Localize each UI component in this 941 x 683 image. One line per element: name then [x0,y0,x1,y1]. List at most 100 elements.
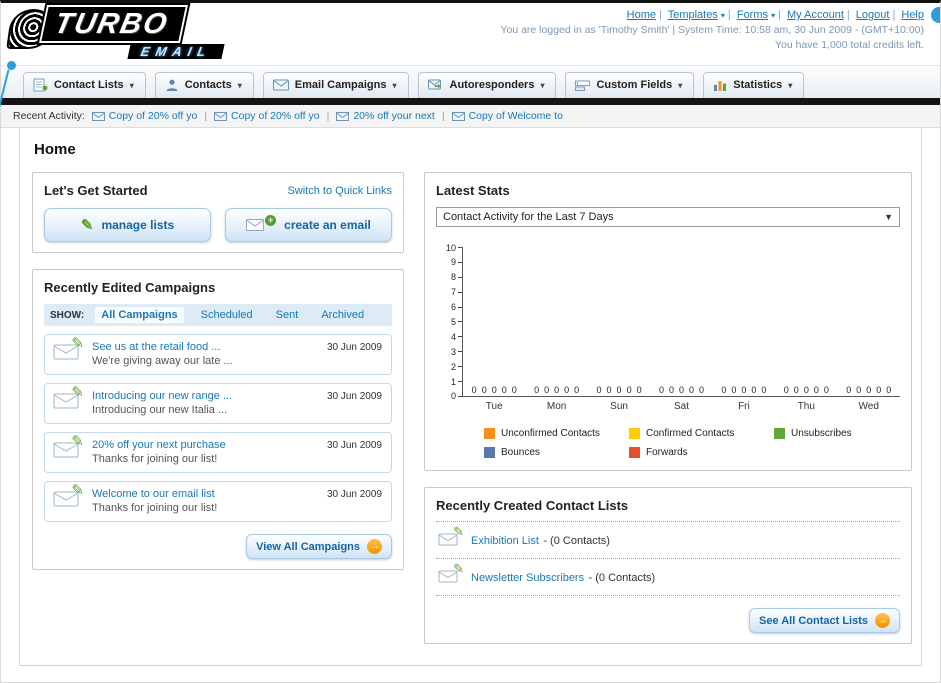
nav-divider-strip [1,98,940,105]
manage-lists-label: manage lists [101,218,175,232]
top-link-home[interactable]: Home [627,9,656,21]
manage-lists-button[interactable]: ✎ manage lists [44,208,211,242]
activity-link[interactable]: Copy of 20% off yo [109,110,198,122]
create-email-button[interactable]: + create an email [225,208,392,242]
nav-tab-statistics[interactable]: Statistics ▾ [703,72,805,98]
tab-scheduled[interactable]: Scheduled [195,307,259,323]
activity-separator: | [204,110,208,122]
view-all-campaigns-button[interactable]: View All Campaigns → [246,534,392,559]
legend-swatch [484,428,495,439]
login-info: You are logged in as 'Timothy Smith' | S… [500,24,924,36]
activity-separator: | [326,110,330,122]
nav-tab-email-campaigns[interactable]: Email Campaigns ▾ [262,72,409,98]
campaign-subject: Thanks for joining our list! [92,502,218,514]
chevron-down-icon: ▾ [788,80,793,90]
top-link-my-account[interactable]: My Account [787,9,844,21]
contact-list-link[interactable]: Newsletter Subscribers [471,572,584,584]
legend-swatch [774,428,785,439]
activity-item[interactable]: Copy of 20% off yo [91,110,198,122]
tab-sent[interactable]: Sent [270,307,305,323]
chevron-down-icon: ▼ [884,212,893,222]
legend-label: Confirmed Contacts [646,428,735,439]
contact-list-row[interactable]: ✎ Newsletter Subscribers - (0 Contacts) [436,559,900,596]
y-axis-tick: 3 [451,347,462,356]
nav-tab-contacts[interactable]: Contacts ▾ [154,72,254,98]
bar-group: 00000 [471,385,517,395]
bar-group: 00000 [658,385,705,395]
nav-tab-autoresponders[interactable]: Autoresponders ▾ [417,72,557,98]
app-logo[interactable]: TURBO EMAIL [6,3,226,61]
activity-link[interactable]: 20% off your next [353,110,435,122]
nav-tab-contact-lists[interactable]: Contact Lists ▾ [23,72,146,98]
y-axis-tick: 9 [451,258,462,267]
nav-tab-label: Contact Lists [54,79,124,91]
arrow-right-icon: → [875,613,890,628]
campaign-subject: We're giving away our late ... [92,355,233,367]
autoresponders-icon [427,79,441,89]
campaign-filter-tabs: SHOW: All Campaigns Scheduled Sent Archi… [44,304,392,326]
stats-period-select[interactable]: Contact Activity for the Last 7 Days ▼ [436,207,900,227]
campaign-row[interactable]: ✎ See us at the retail food ... We're gi… [44,334,392,375]
link-separator: | [658,9,662,21]
campaign-edit-icon: ✎ [53,384,84,414]
activity-item[interactable]: Copy of 20% off yo [214,110,320,122]
x-axis-label: Tue [485,401,503,412]
top-link-help[interactable]: Help [901,9,924,21]
see-all-contact-lists-button[interactable]: See All Contact Lists → [748,608,900,633]
campaign-subject: Thanks for joining our list! [92,453,218,465]
campaign-subject: Introducing our new Italia ... [92,404,228,416]
switch-quick-links-link[interactable]: Switch to Quick Links [287,185,392,197]
top-link-templates[interactable]: Templates [668,9,718,21]
contact-list-link[interactable]: Exhibition List [471,535,539,547]
nav-tab-label: Autoresponders [449,79,535,91]
contact-list-count: - (0 Contacts) [588,572,656,584]
contact-activity-chart: 10 9 8 7 6 5 4 3 2 1 0 000000000000000000000000000… [436,243,900,458]
y-axis-tick: 5 [451,317,462,326]
bar-group: 00000 [534,385,580,395]
tab-all-campaigns[interactable]: All Campaigns [95,307,184,323]
top-link-forms[interactable]: Forms [737,9,768,21]
campaign-row[interactable]: ✎ Welcome to our email list Thanks for j… [44,481,392,522]
statistics-icon [714,80,727,91]
create-email-label: create an email [284,218,371,232]
chevron-down-icon: ▾ [720,11,725,20]
campaign-row[interactable]: ✎ 20% off your next purchase Thanks for … [44,432,392,473]
y-axis-tick: 6 [451,303,462,312]
top-link-logout[interactable]: Logout [856,9,890,21]
recent-contact-lists-panel: Recently Created Contact Lists ✎ Exhibit… [424,487,912,644]
activity-link[interactable]: Copy of Welcome to [469,110,563,122]
recent-contact-lists-title: Recently Created Contact Lists [436,498,629,513]
link-separator: | [727,9,731,21]
legend-label: Forwards [646,447,688,458]
contact-lists-icon [33,78,48,92]
chevron-down-icon: ▾ [678,80,683,90]
legend-label: Unconfirmed Contacts [501,428,600,439]
campaign-date: 30 Jun 2009 [326,391,382,402]
campaign-edit-icon: ✎ [53,433,84,463]
legend-item-unconfirmed: Unconfirmed Contacts [484,428,629,439]
bar-group: 00000 [783,385,829,395]
legend-item-forwards: Forwards [629,447,774,458]
x-axis-label: Wed [858,401,879,412]
activity-link[interactable]: Copy of 20% off yo [231,110,320,122]
recent-campaigns-panel: Recently Edited Campaigns SHOW: All Camp… [32,269,404,570]
nav-tab-custom-fields[interactable]: Custom Fields ▾ [565,72,695,98]
nav-tab-label: Email Campaigns [294,79,387,91]
stats-period-value: Contact Activity for the Last 7 Days [443,211,614,223]
chart-legend: Unconfirmed Contacts Confirmed Contacts … [484,428,900,458]
envelope-icon [451,111,465,121]
x-axis-label: Mon [546,401,567,412]
campaign-row[interactable]: ✎ Introducing our new range ... Introduc… [44,383,392,424]
activity-item[interactable]: Copy of Welcome to [451,110,563,122]
y-axis-tick: 2 [451,362,462,371]
tab-archived[interactable]: Archived [315,307,370,323]
list-edit-icon: ✎ [438,561,464,586]
chart-x-labels: Tue Mon Sun Sat Fri Thu Wed [463,397,900,412]
contact-list-row[interactable]: ✎ Exhibition List - (0 Contacts) [436,522,900,559]
envelope-icon [91,111,105,121]
bar-group: 00000 [721,385,767,395]
legend-swatch [629,428,640,439]
link-separator: | [846,9,850,21]
page-header: TURBO EMAIL Home | Templates ▾ | Forms ▾ | … [0,3,940,107]
activity-item[interactable]: 20% off your next [336,110,435,122]
